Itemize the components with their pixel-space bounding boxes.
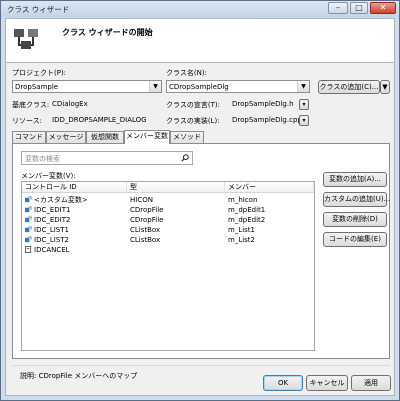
variable-icon xyxy=(25,226,32,233)
row-member: m_dpEdit1 xyxy=(228,206,266,214)
control-icon xyxy=(25,246,32,253)
row-type: HICON xyxy=(130,196,153,204)
banner-title: クラス ウィザードの開始 xyxy=(62,28,153,37)
class-wizard-icon xyxy=(14,29,38,49)
base-class-label: 基底クラス: xyxy=(12,101,50,109)
row-type: CListBox xyxy=(130,226,161,234)
class-implementation-label: クラスの実装(L): xyxy=(166,117,220,125)
chevron-down-icon: ▼ xyxy=(149,81,161,92)
row-member: m_List1 xyxy=(228,226,256,234)
ok-button[interactable]: OK xyxy=(263,375,303,391)
base-class-value: CDialogEx xyxy=(50,98,160,110)
resource-label: リソース: xyxy=(12,117,43,125)
row-type: CDropFile xyxy=(130,216,164,224)
search-placeholder: 変数の検索 xyxy=(25,155,60,163)
dialog-client-area: クラス ウィザードの開始 プロジェクト(P): DropSample ▼ クラス… xyxy=(5,18,395,396)
row-control-id: IDC_EDIT1 xyxy=(34,206,71,214)
list-header: コントロール ID 型 メンバー xyxy=(22,182,314,193)
variable-icon xyxy=(25,236,32,243)
class-declaration-label: クラスの宣言(T): xyxy=(166,101,220,109)
cancel-button[interactable]: キャンセル xyxy=(306,375,348,391)
title-bar: クラス ウィザード – □ ✕ xyxy=(1,1,399,17)
class-wizard-window: クラス ウィザード – □ ✕ クラス ウィザードの開始 プロジェクト(P): … xyxy=(0,0,400,401)
row-member: m_hIcon xyxy=(228,196,258,204)
add-class-button[interactable]: クラスの追加(C)... xyxy=(318,80,380,94)
row-type: CListBox xyxy=(130,236,161,244)
add-class-dropdown-button[interactable]: ▼ xyxy=(380,80,390,94)
apply-button[interactable]: 適用 xyxy=(351,375,391,391)
resource-value: IDD_DROPSAMPLE_DIALOG xyxy=(50,114,160,126)
search-input[interactable]: 変数の検索 xyxy=(21,151,193,165)
list-item[interactable]: IDC_LIST2 CListBox m_List2 xyxy=(22,235,314,245)
member-variables-label: メンバー変数(V): xyxy=(21,172,76,180)
row-control-id: <カスタム変数> xyxy=(34,196,88,204)
tab-virtual-functions[interactable]: 仮想関数 xyxy=(86,131,124,143)
class-declaration-value: DropSampleDlg.h xyxy=(230,98,296,110)
list-item[interactable]: IDC_EDIT2 CDropFile m_dpEdit2 xyxy=(22,215,314,225)
delete-variable-button[interactable]: 変数の削除(D) xyxy=(323,212,387,227)
variable-icon xyxy=(25,196,32,203)
column-header-type[interactable]: 型 xyxy=(127,182,225,193)
column-header-control-id[interactable]: コントロール ID xyxy=(22,182,127,193)
class-implementation-browse-button[interactable]: ▾ xyxy=(299,115,309,126)
row-control-id: IDC_LIST2 xyxy=(34,236,69,244)
class-name-combo[interactable]: CDropSampleDlg ▼ xyxy=(166,80,310,93)
project-value: DropSample xyxy=(15,83,59,91)
class-implementation-value: DropSampleDlg.cpp xyxy=(230,114,302,126)
maximize-button[interactable]: □ xyxy=(350,2,368,14)
add-variable-button[interactable]: 変数の追加(A)... xyxy=(323,172,387,187)
class-name-value: CDropSampleDlg xyxy=(169,83,229,91)
variable-icon xyxy=(25,206,32,213)
minimize-button[interactable]: – xyxy=(328,2,348,14)
row-control-id: IDC_LIST1 xyxy=(34,226,69,234)
tab-messages[interactable]: メッセージ xyxy=(46,131,86,143)
row-type: CDropFile xyxy=(130,206,164,214)
project-combo[interactable]: DropSample ▼ xyxy=(12,80,162,93)
class-name-label: クラス名(N): xyxy=(166,69,207,77)
member-variables-list[interactable]: コントロール ID 型 メンバー <カスタム変数> HICON m_hIcon … xyxy=(21,181,315,351)
member-variables-panel: 変数の検索 メンバー変数(V): コントロール ID 型 メンバー <カスタム変… xyxy=(12,143,390,359)
row-member: m_List2 xyxy=(228,236,256,244)
window-title: クラス ウィザード xyxy=(7,5,70,14)
chevron-down-icon: ▼ xyxy=(297,81,309,92)
row-member: m_dpEdit2 xyxy=(228,216,266,224)
class-declaration-browse-button[interactable]: ▾ xyxy=(299,99,309,110)
wizard-banner: クラス ウィザードの開始 xyxy=(6,19,394,63)
list-item[interactable]: IDCANCEL xyxy=(22,245,314,255)
add-custom-button[interactable]: カスタムの追加(U)... xyxy=(323,192,390,207)
list-item[interactable]: <カスタム変数> HICON m_hIcon xyxy=(22,195,314,205)
tab-member-variables[interactable]: メンバー変数 xyxy=(124,130,170,144)
column-header-member[interactable]: メンバー xyxy=(225,182,314,193)
close-button[interactable]: ✕ xyxy=(370,2,396,14)
list-item[interactable]: IDC_EDIT1 CDropFile m_dpEdit1 xyxy=(22,205,314,215)
tab-methods[interactable]: メソッド xyxy=(170,131,204,143)
separator xyxy=(12,365,390,366)
row-control-id: IDC_EDIT2 xyxy=(34,216,71,224)
list-item[interactable]: IDC_LIST1 CListBox m_List1 xyxy=(22,225,314,235)
tab-commands[interactable]: コマンド xyxy=(12,131,46,143)
row-control-id: IDCANCEL xyxy=(34,246,70,254)
edit-code-button[interactable]: コードの編集(E) xyxy=(323,232,387,247)
description-text: 説明: CDropFile メンバーへのマップ xyxy=(20,372,138,380)
project-label: プロジェクト(P): xyxy=(12,69,67,77)
variable-icon xyxy=(25,216,32,223)
search-icon[interactable] xyxy=(181,154,189,162)
